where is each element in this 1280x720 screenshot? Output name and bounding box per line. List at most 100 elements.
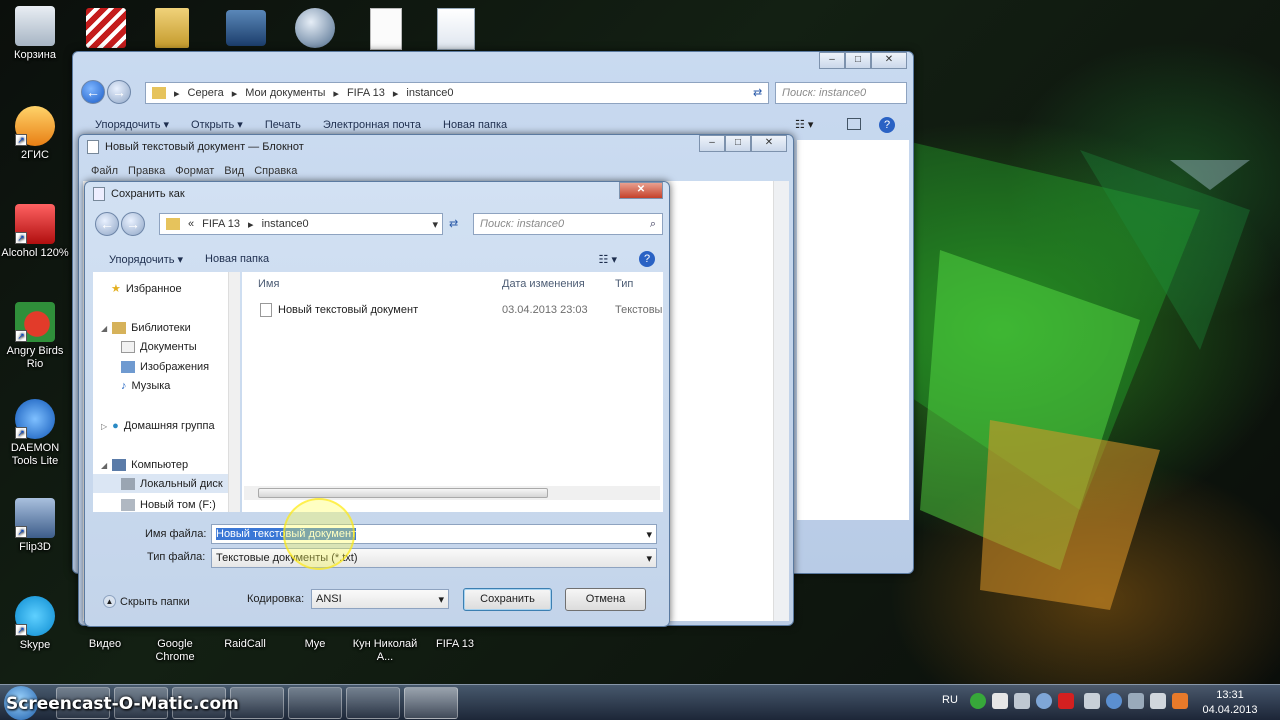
taskbar-app-5[interactable] [288,687,342,719]
nav-computer[interactable]: ◢ Компьютер [101,459,188,471]
back-button[interactable]: ← [81,80,105,104]
clock[interactable]: 13:31 04.04.2013 [1198,688,1262,718]
desktop-icon-kmplayer[interactable] [226,10,266,46]
explorer-search-input[interactable]: Поиск: instance0 [775,82,907,104]
help-icon[interactable]: ? [879,117,895,133]
preview-pane-icon[interactable] [847,118,861,130]
desktop-icon-folder[interactable] [155,8,189,48]
breadcrumb-item[interactable]: Мои документы [245,87,325,99]
menu-edit[interactable]: Правка [128,165,165,177]
desktop-icon-2gis[interactable]: ↗ 2ГИС [0,106,70,162]
dialog-search-input[interactable]: Поиск: instance0 ⌕ [473,213,663,235]
save-button[interactable]: Сохранить [463,588,552,611]
nav-scrollbar[interactable] [228,272,240,512]
maximize-button[interactable]: □ [725,135,751,152]
new-folder-button[interactable]: Новая папка [443,119,507,131]
cancel-button[interactable]: Отмена [565,588,646,611]
back-button[interactable]: ← [95,212,119,236]
new-folder-button[interactable]: Новая папка [205,253,269,265]
desktop-icon-word-document[interactable] [437,8,475,50]
refresh-icon[interactable]: ⇄ [753,86,762,99]
nav-documents[interactable]: Документы [121,341,197,353]
close-button[interactable]: ✕ [871,52,907,69]
encoding-select[interactable]: ANSI ▾ [311,589,449,609]
taskbar-notepad[interactable] [404,687,458,719]
open-button[interactable]: Открыть ▾ [191,118,243,131]
desktop-icon-angry-birds[interactable]: ↗ Angry Birds Rio [0,302,70,371]
print-button[interactable]: Печать [265,119,301,131]
nav-libraries[interactable]: ◢ Библиотеки [101,322,191,334]
desktop-icon-blank-document[interactable] [370,8,402,50]
breadcrumb-overflow[interactable]: « [188,218,194,230]
help-icon[interactable]: ? [639,251,655,267]
organize-button[interactable]: Упорядочить ▾ [109,253,183,266]
desktop-icon-daemon-tools[interactable]: ↗ DAEMON Tools Lite [0,399,70,468]
desktop-icon-flip3d[interactable]: ↗ Flip3D [0,498,70,554]
close-button[interactable]: ✕ [751,135,787,152]
menu-view[interactable]: Вид [224,165,244,177]
file-row[interactable]: Новый текстовый документ 03.04.2013 23:0… [258,302,662,320]
tray-display-icon[interactable] [1128,693,1144,709]
horizontal-scrollbar[interactable] [244,486,660,500]
chevron-down-icon[interactable]: ▾ [432,218,442,231]
column-header-date[interactable]: Дата изменения [502,278,585,290]
breadcrumb-item[interactable]: FIFA 13 [347,87,385,99]
dialog-address-bar[interactable]: « FIFA 13 ▸ instance0 ▾ [159,213,443,235]
desktop-icon-skype[interactable]: ↗ Skype [0,596,70,652]
maximize-button[interactable]: □ [845,52,871,69]
refresh-icon[interactable]: ⇄ [449,217,458,230]
scrollbar-thumb[interactable] [258,488,548,498]
shortcut-arrow-icon: ↗ [15,232,27,244]
desktop-icon-recycle-bin[interactable]: Корзина [0,6,70,62]
hide-folders-button[interactable]: ▲ Скрыть папки [103,595,190,608]
breadcrumb-item[interactable]: instance0 [262,218,309,230]
tray-network-icon[interactable] [1084,693,1100,709]
menu-help[interactable]: Справка [254,165,297,177]
view-options-icon[interactable]: ☷ ▾ [599,253,617,266]
chevron-down-icon[interactable]: ▾ [646,528,652,541]
tray-clover-icon[interactable] [970,693,986,709]
forward-button[interactable]: → [121,212,145,236]
menu-format[interactable]: Формат [175,165,214,177]
tray-wifi-icon[interactable] [1014,693,1030,709]
filename-input[interactable]: Новый текстовый документ ▾ [211,524,657,544]
desktop-icon-top-1[interactable] [86,8,126,48]
breadcrumb-item[interactable]: instance0 [406,87,453,99]
tray-download-icon[interactable] [1036,693,1052,709]
desktop-icon-globe[interactable] [295,8,335,48]
nav-homegroup[interactable]: ▷ ● Домашняя группа [101,420,215,432]
taskbar-app-6[interactable] [346,687,400,719]
forward-button[interactable]: → [107,80,131,104]
language-indicator[interactable]: RU [942,694,958,706]
minimize-button[interactable]: – [699,135,725,152]
breadcrumb-item[interactable]: FIFA 13 [202,218,240,230]
tray-volume-icon[interactable] [1150,693,1166,709]
column-header-type[interactable]: Тип [615,278,633,290]
menu-file[interactable]: Файл [91,165,118,177]
nav-music[interactable]: ♪ Музыка [121,380,170,392]
desktop-icon-kun[interactable]: Кун Николай А... [350,622,420,664]
explorer-address-bar[interactable]: ▸ Серега ▸ Мои документы ▸ FIFA 13 ▸ ins… [145,82,769,104]
email-button[interactable]: Электронная почта [323,119,421,131]
desktop-icon-alcohol[interactable]: ↗ Alcohol 120% [0,204,70,260]
nav-images[interactable]: Изображения [121,361,209,373]
notepad-scrollbar[interactable] [773,181,789,621]
tray-v-icon[interactable] [1058,693,1074,709]
tray-flag-icon[interactable] [1172,693,1188,709]
desktop-icon-chrome[interactable]: Google Chrome [140,622,210,664]
column-header-name[interactable]: Имя [258,278,279,290]
nav-new-volume[interactable]: Новый том (F:) [121,499,216,511]
tray-b-icon[interactable] [992,693,1008,709]
close-button[interactable]: ✕ [619,182,663,199]
filetype-select[interactable]: Текстовые документы (*.txt) ▾ [211,548,657,568]
organize-button[interactable]: Упорядочить ▾ [95,118,169,131]
nav-favorites[interactable]: ★ Избранное [111,282,182,296]
nav-local-disk[interactable]: Локальный диск [93,474,228,493]
chevron-down-icon[interactable]: ▾ [646,552,652,565]
view-options-icon[interactable]: ☷ ▾ [795,118,813,131]
tray-update-icon[interactable] [1106,693,1122,709]
breadcrumb-item[interactable]: Серега [188,87,224,99]
organize-label: Упорядочить [109,253,175,266]
minimize-button[interactable]: – [819,52,845,69]
chevron-down-icon[interactable]: ▾ [438,593,444,606]
